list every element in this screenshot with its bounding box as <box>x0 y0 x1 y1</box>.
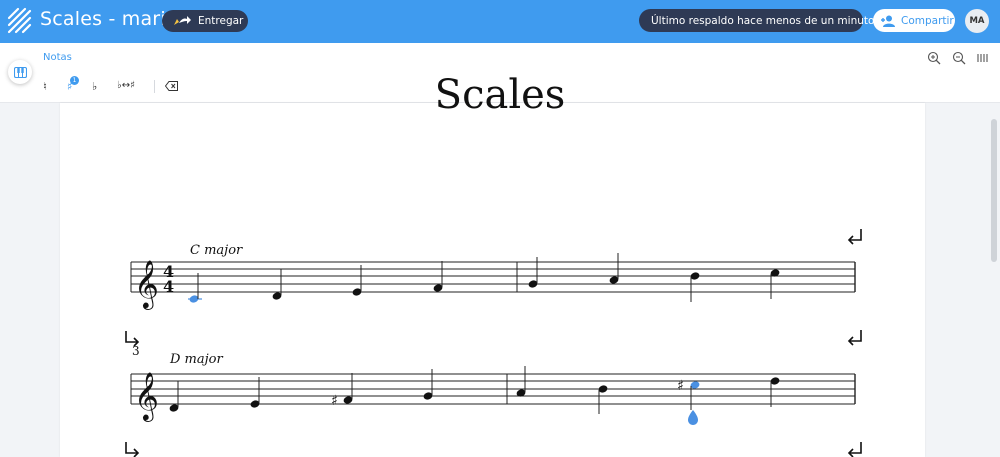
system-break-icon[interactable] <box>847 442 862 457</box>
note[interactable] <box>272 269 283 301</box>
note[interactable] <box>690 271 701 302</box>
time-sig-bottom[interactable]: 4 <box>163 277 174 296</box>
staff-2 <box>130 373 856 405</box>
system-break-icon[interactable] <box>125 442 140 457</box>
note[interactable] <box>250 377 261 409</box>
score-staves: 𝄞 4 4 𝄞 ♯ ♯ <box>125 229 862 457</box>
note[interactable] <box>433 261 444 293</box>
system-break-icon[interactable] <box>125 331 140 347</box>
note[interactable] <box>770 376 781 407</box>
system-break-icon[interactable] <box>847 330 862 346</box>
system-break-icon[interactable] <box>847 229 862 245</box>
note[interactable] <box>169 381 180 413</box>
note[interactable] <box>516 366 527 398</box>
notes-system-1 <box>188 253 780 304</box>
sharp-icon: ♯ <box>331 393 338 409</box>
note[interactable] <box>598 384 609 414</box>
staff-1 <box>130 261 856 293</box>
treble-clef-icon[interactable]: 𝄞 <box>134 259 159 310</box>
sharp-icon: ♯ <box>677 378 684 394</box>
note[interactable] <box>352 265 363 297</box>
drag-handle-icon[interactable] <box>688 410 698 425</box>
treble-clef-icon[interactable]: 𝄞 <box>134 371 159 422</box>
note[interactable] <box>188 273 202 304</box>
note[interactable]: ♯ <box>677 378 700 425</box>
